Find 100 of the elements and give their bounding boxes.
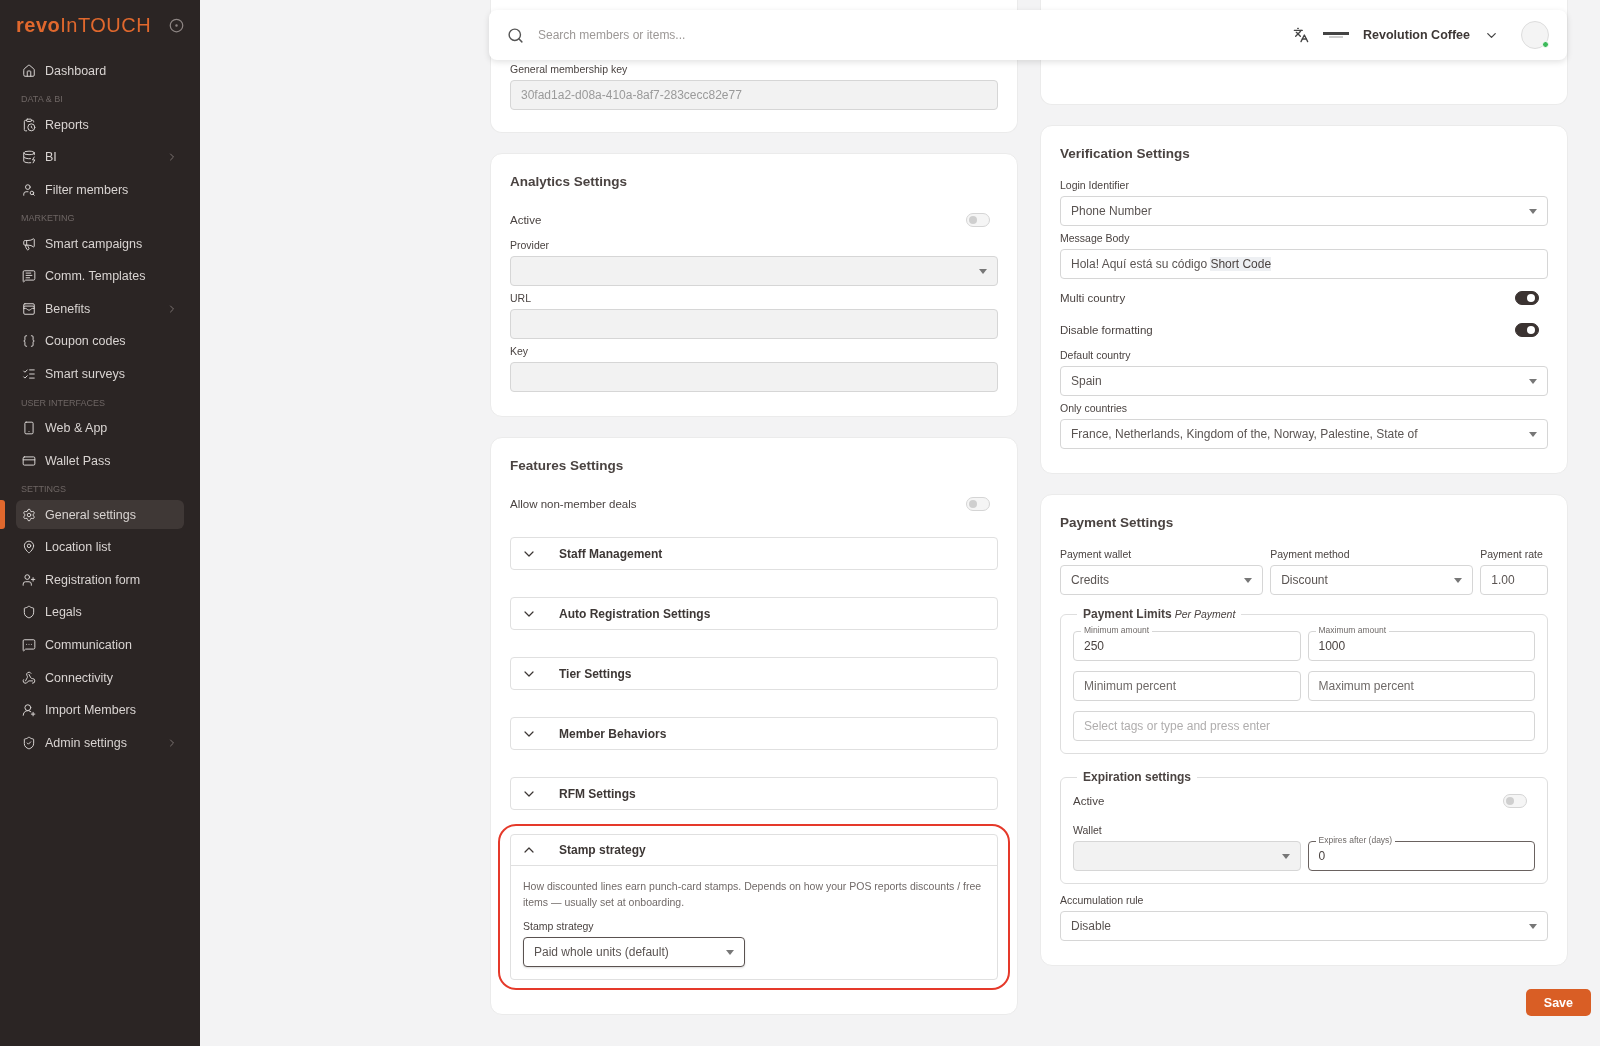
search-icon — [507, 26, 524, 44]
section-heading: DATA & BI — [21, 94, 64, 104]
account-name[interactable]: Revolution Coffee — [1363, 28, 1470, 42]
group-legend: Expiration settings — [1077, 770, 1198, 784]
save-button[interactable]: Save — [1525, 989, 1591, 1016]
field-label: Default country — [1060, 349, 1132, 361]
shield-icon — [22, 735, 36, 750]
section-heading: MARKETING — [21, 213, 76, 224]
select-field[interactable]: France, Netherlands, Kingdom of the, Norway, Palestine, State of — [1060, 419, 1548, 449]
sidebar-item[interactable]: Import Members — [16, 695, 184, 725]
braces-icon — [22, 334, 36, 349]
toggle-label: Active — [510, 214, 542, 226]
select-field[interactable]: Spain — [1060, 366, 1548, 396]
sidebar-item[interactable]: BI — [16, 142, 184, 172]
sidebar-item[interactable]: Wallet Pass — [16, 446, 184, 476]
input-field[interactable]: Hola! Aquí está su código Short Code — [1060, 249, 1548, 279]
sidebar-item[interactable]: Coupon codes — [16, 326, 184, 356]
toggle-label: Active — [1073, 795, 1105, 807]
input-field[interactable]: Minimum percent — [1073, 671, 1301, 701]
translate-icon[interactable] — [1293, 27, 1310, 43]
select-field[interactable]: Phone Number — [1060, 196, 1548, 226]
field-label: Payment rate — [1480, 548, 1544, 560]
accordion-header[interactable]: Auto Registration Settings — [511, 598, 997, 629]
gear-icon — [22, 507, 36, 522]
sidebar-item[interactable]: Web & App — [16, 413, 184, 443]
caret-icon — [1244, 577, 1253, 583]
card-title: Features Settings — [510, 458, 625, 473]
accordion-header[interactable]: Staff Management — [511, 538, 997, 569]
field-label: Message Body — [1060, 232, 1131, 244]
sidebar-item[interactable]: Communication — [16, 630, 184, 660]
field-label: Key — [510, 345, 530, 357]
phone-icon — [22, 421, 36, 436]
select-field[interactable]: Paid whole units (default) — [523, 937, 745, 967]
field-label: Stamp strategy — [523, 920, 595, 932]
sidebar-item[interactable]: Dashboard — [16, 56, 184, 85]
toggle-switch[interactable] — [1515, 291, 1539, 305]
sidebar-item[interactable]: Location list — [16, 532, 184, 562]
caret-icon — [1529, 208, 1537, 214]
card-title: Verification Settings — [1060, 146, 1191, 161]
caret-icon — [1454, 577, 1463, 583]
toggle-switch[interactable] — [1515, 323, 1539, 337]
clipboard-icon — [22, 117, 36, 132]
field-label: Provider — [510, 239, 551, 251]
sidebar-item[interactable]: Reports — [16, 110, 184, 139]
megaphone-icon — [22, 236, 36, 251]
sidebar-item[interactable]: Registration form — [16, 565, 184, 595]
accordion-header[interactable]: Member Behaviors — [511, 718, 997, 749]
toggle-label: Allow non-member deals — [510, 498, 637, 510]
field-label: General membership key — [510, 63, 629, 75]
field-label: Payment wallet — [1060, 548, 1133, 560]
checklist-icon — [22, 367, 36, 382]
user-plus-icon — [22, 572, 36, 587]
house-icon — [22, 63, 36, 78]
sidebar-item[interactable]: Legals — [16, 597, 184, 627]
caret-icon — [1529, 378, 1537, 384]
toggle-label: Disable formatting — [1060, 324, 1153, 336]
sidebar-item[interactable]: Admin settings — [16, 728, 184, 758]
brand-logo-icon — [1323, 31, 1350, 39]
sidebar-item[interactable]: Smart surveys — [16, 359, 184, 389]
caret-icon — [1529, 923, 1537, 929]
accordion-header[interactable]: RFM Settings — [511, 778, 997, 809]
section-heading: SETTINGS — [21, 484, 67, 495]
avatar[interactable] — [1521, 21, 1549, 49]
accordion-header[interactable]: Tier Settings — [511, 658, 997, 689]
select-field[interactable]: Credits — [1060, 565, 1264, 595]
circle-dot-icon[interactable] — [169, 17, 184, 33]
toggle-label: Multi country — [1060, 292, 1126, 304]
sidebar-item[interactable]: Connectivity — [16, 663, 184, 693]
field-label: Accumulation rule — [1060, 894, 1145, 906]
message-icon — [22, 638, 36, 653]
caret-icon — [979, 268, 987, 274]
caret-icon — [1281, 853, 1290, 859]
field-label: Login Identifier — [1060, 179, 1130, 191]
field-label: Only countries — [1060, 402, 1129, 414]
sidebar-item[interactable]: Smart campaigns — [16, 229, 184, 259]
webhook-icon — [22, 670, 36, 685]
active-indicator — [0, 500, 5, 530]
select-field[interactable]: Discount — [1270, 565, 1474, 595]
input-field[interactable]: 1.00 — [1480, 565, 1548, 595]
sidebar-item[interactable]: Filter members — [16, 175, 184, 205]
field-label: Wallet — [1073, 824, 1103, 836]
field-label: URL — [510, 292, 532, 304]
shield-icon — [22, 605, 36, 620]
message-icon — [22, 269, 36, 284]
accordion-header[interactable]: Stamp strategy — [511, 835, 997, 866]
app-logo: revoInTOUCH — [16, 14, 152, 36]
user-search-icon — [22, 182, 36, 197]
card-icon — [22, 453, 36, 468]
card-title: Payment Settings — [1060, 515, 1175, 530]
user-plus-icon — [22, 703, 36, 718]
caret-icon — [1529, 431, 1537, 437]
caret-icon — [726, 949, 734, 955]
sidebar-item[interactable]: Comm. Templates — [16, 261, 184, 291]
database-icon — [22, 150, 36, 165]
select-field[interactable]: Disable — [1060, 911, 1548, 941]
description-text: How discounted lines earn punch-card stamps. Depends on how your POS reports discounts / free items — usually set at onboarding. — [523, 879, 983, 910]
card-title: Analytics Settings — [510, 174, 629, 189]
cards-icon — [22, 301, 36, 316]
sidebar-item[interactable]: Benefits — [16, 294, 184, 324]
input-field[interactable]: Maximum percent — [1307, 671, 1535, 701]
